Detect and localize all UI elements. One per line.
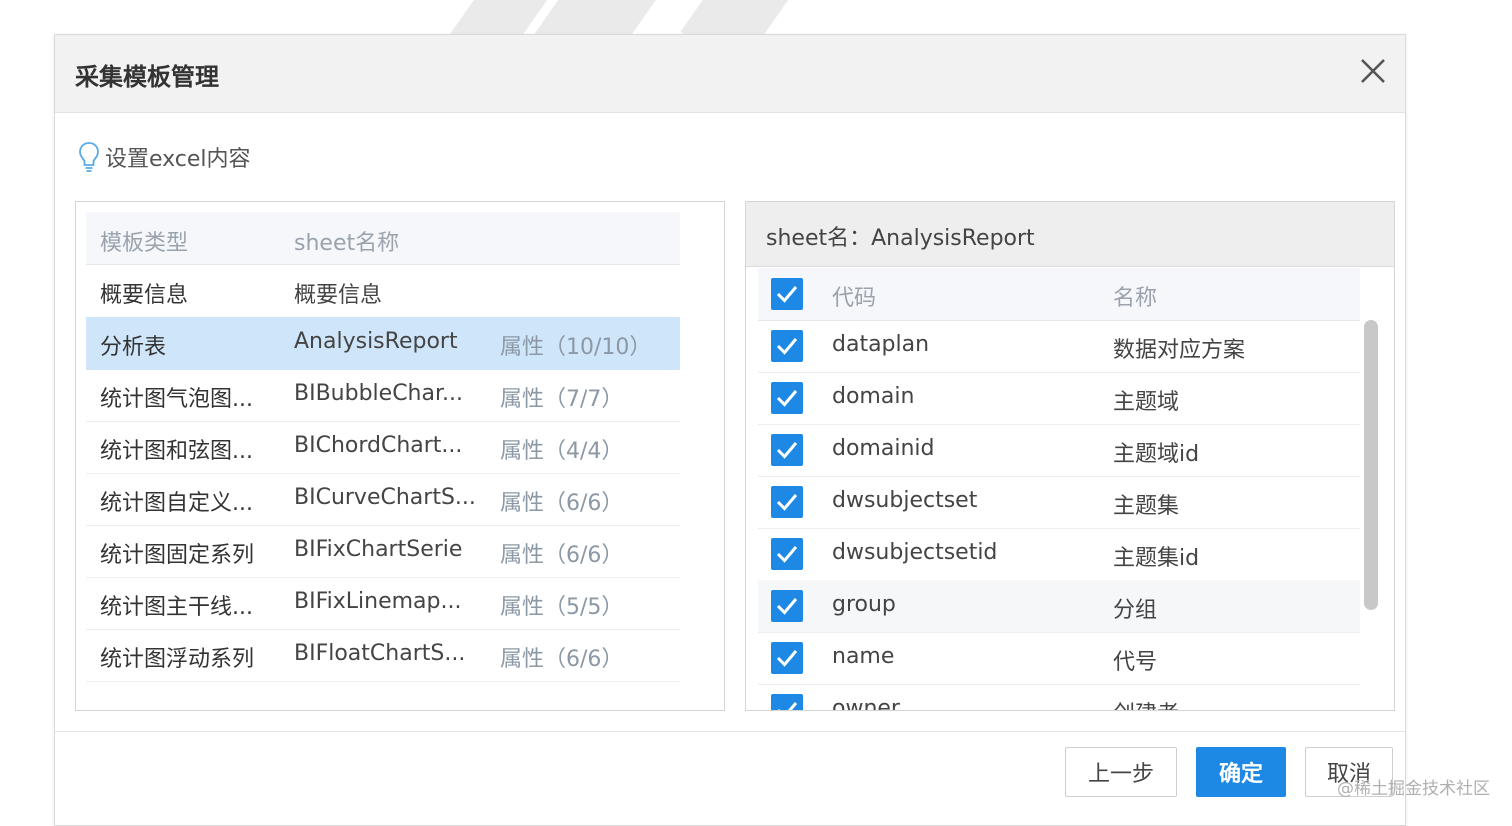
attribute-count: 属性（6/6） (500, 647, 624, 672)
template-type: 统计图气泡图... (100, 387, 253, 412)
template-type: 统计图浮动系列 (100, 647, 255, 672)
template-manager-dialog: 采集模板管理 设置excel内容 模板类型 sheet名称 概要信息 概要信息 … (54, 34, 1406, 826)
field-name: 代号 (1113, 650, 1158, 675)
template-row-partial[interactable] (86, 681, 680, 710)
lightbulb-icon (79, 142, 99, 172)
field-row: dwsubjectset 主题集 (758, 476, 1360, 529)
dialog-header: 采集模板管理 (55, 35, 1405, 113)
field-checkbox[interactable] (771, 590, 803, 622)
field-row: name 代号 (758, 632, 1360, 685)
field-code: dataplan (832, 332, 930, 357)
field-row: dataplan 数据对应方案 (758, 320, 1360, 373)
field-checkbox[interactable] (771, 694, 803, 710)
field-row: domainid 主题域id (758, 424, 1360, 477)
previous-step-button[interactable]: 上一步 (1065, 747, 1177, 797)
field-code: owner (832, 696, 900, 711)
column-header-code: 代码 (832, 286, 877, 311)
sheet-title: sheet名：AnalysisReport (766, 226, 1035, 251)
field-name: 主题域 (1113, 390, 1180, 415)
template-row[interactable]: 统计图自定义... BICurveChartS... 属性（6/6） (86, 473, 680, 526)
field-row: domain 主题域 (758, 372, 1360, 425)
template-row-selected[interactable]: 分析表 AnalysisReport 属性（10/10） (86, 317, 680, 370)
sheet-name: BIFixChartSerie (294, 537, 463, 562)
template-row[interactable]: 统计图固定系列 BIFixChartSerie 属性（6/6） (86, 525, 680, 578)
sheet-name: AnalysisReport (294, 329, 458, 354)
field-name: 主题集 (1113, 494, 1180, 519)
column-header-sheet: sheet名称 (294, 231, 400, 256)
sheet-name: 概要信息 (294, 283, 383, 308)
template-list-panel: 模板类型 sheet名称 概要信息 概要信息 分析表 AnalysisRepor… (75, 201, 725, 711)
template-type: 统计图自定义... (100, 491, 253, 516)
close-icon[interactable] (1355, 53, 1391, 89)
template-row[interactable]: 统计图浮动系列 BIFloatChartS... 属性（6/6） (86, 629, 680, 682)
field-row: owner 创建者 (758, 684, 1360, 711)
field-code: domain (832, 384, 915, 409)
field-checkbox[interactable] (771, 486, 803, 518)
sheet-name: BIChordChart... (294, 433, 463, 458)
column-header-type: 模板类型 (100, 231, 189, 256)
attribute-count: 属性（7/7） (500, 387, 624, 412)
attribute-count: 属性（5/5） (500, 595, 624, 620)
field-code: domainid (832, 436, 935, 461)
field-code: group (832, 592, 896, 617)
template-type: 统计图固定系列 (100, 543, 255, 568)
field-name: 创建者 (1113, 696, 1179, 710)
sheet-name: BIBubbleChar... (294, 381, 463, 406)
field-name: 分组 (1113, 598, 1158, 623)
hint-text: 设置excel内容 (105, 147, 251, 172)
field-checkbox[interactable] (771, 434, 803, 466)
watermark: @稀土掘金技术社区 (1337, 779, 1490, 799)
footer-divider (55, 731, 1405, 732)
attribute-count: 属性（10/10） (500, 335, 652, 360)
sheet-name: BICurveChartS... (294, 485, 476, 510)
field-list-panel: sheet名：AnalysisReport 代码 名称 dataplan 数据对… (745, 201, 1395, 711)
field-checkbox[interactable] (771, 642, 803, 674)
template-table-header: 模板类型 sheet名称 (86, 212, 680, 265)
field-code: name (832, 644, 895, 669)
field-checkbox[interactable] (771, 538, 803, 570)
attribute-count: 属性（6/6） (500, 543, 624, 568)
sheet-name: BIFixLinemap... (294, 589, 462, 614)
field-row: dwsubjectsetid 主题集id (758, 528, 1360, 581)
field-table-header: 代码 名称 (758, 268, 1360, 321)
field-checkbox[interactable] (771, 382, 803, 414)
field-name: 主题域id (1113, 442, 1200, 467)
template-row[interactable]: 统计图主干线... BIFixLinemap... 属性（5/5） (86, 577, 680, 630)
field-checkbox[interactable] (771, 330, 803, 362)
attribute-count: 属性（4/4） (500, 439, 624, 464)
template-row[interactable]: 统计图气泡图... BIBubbleChar... 属性（7/7） (86, 369, 680, 422)
template-type: 分析表 (100, 335, 167, 360)
template-row[interactable]: 统计图和弦图... BIChordChart... 属性（4/4） (86, 421, 680, 474)
sheet-name: BIFloatChartS... (294, 641, 466, 666)
field-name: 数据对应方案 (1113, 338, 1246, 363)
select-all-checkbox[interactable] (771, 278, 803, 310)
attribute-count: 属性（6/6） (500, 491, 624, 516)
confirm-button[interactable]: 确定 (1196, 747, 1286, 797)
scrollbar-thumb[interactable] (1364, 320, 1378, 610)
field-code: dwsubjectsetid (832, 540, 998, 565)
column-header-name: 名称 (1113, 286, 1158, 311)
sheet-title-bar: sheet名：AnalysisReport (746, 202, 1394, 267)
template-row[interactable]: 概要信息 概要信息 (86, 265, 680, 318)
field-code: dwsubjectset (832, 488, 978, 513)
field-name: 主题集id (1113, 546, 1200, 571)
dialog-title: 采集模板管理 (75, 63, 219, 91)
template-type: 概要信息 (100, 283, 189, 308)
template-type: 统计图主干线... (100, 595, 253, 620)
hint: 设置excel内容 (77, 139, 251, 175)
field-row: group 分组 (758, 580, 1360, 633)
template-type: 统计图和弦图... (100, 439, 253, 464)
